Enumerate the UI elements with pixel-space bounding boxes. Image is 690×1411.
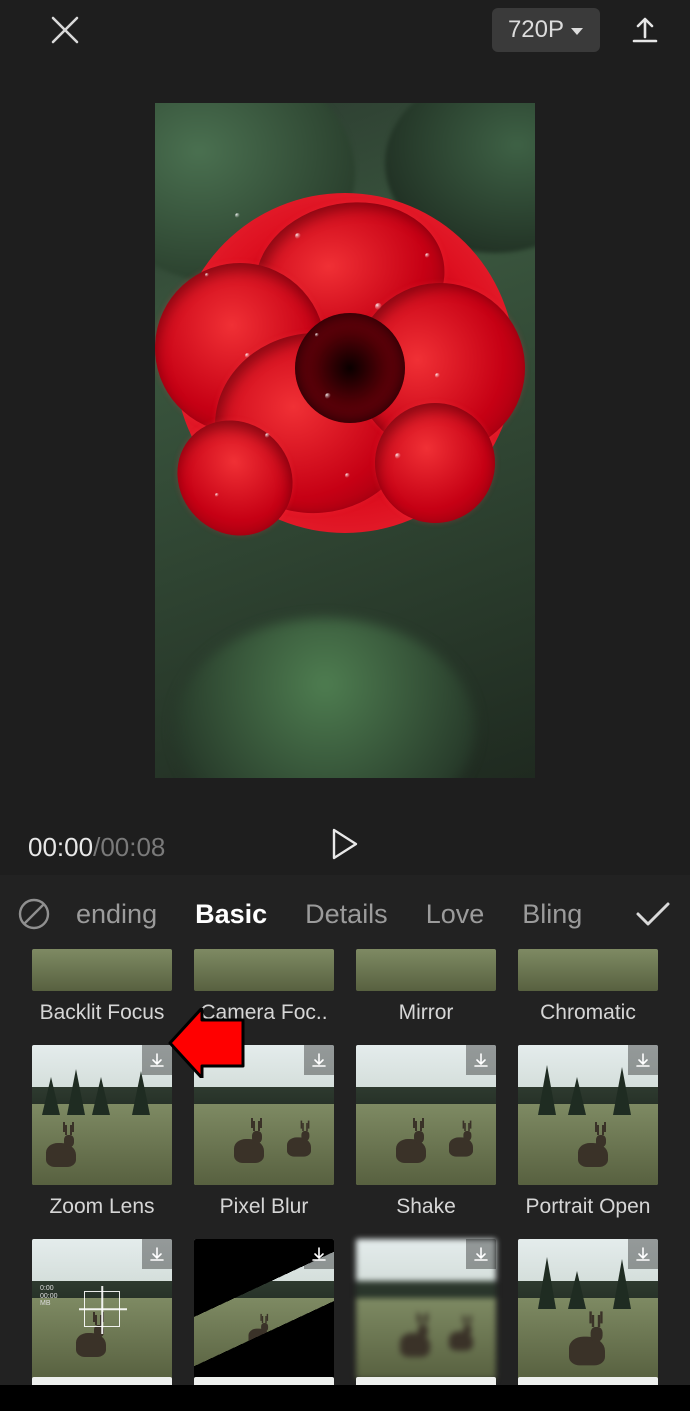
effect-label: Shake (396, 1195, 456, 1219)
tab-bling[interactable]: Bling (504, 895, 600, 934)
effect-pixel-blur[interactable]: Pixel Blur (194, 1045, 334, 1233)
caret-down-icon (570, 16, 584, 44)
effects-grid: Backlit Focus Camera Foc.. Mirror Chroma… (0, 949, 690, 1411)
effects-panel: ending Basic Details Love Bling Backlit … (0, 875, 690, 1411)
download-badge (142, 1239, 172, 1269)
resolution-label: 720P (508, 16, 564, 44)
effect-label: Backlit Focus (40, 1001, 165, 1025)
time-total: 00:08 (100, 832, 165, 863)
download-badge (304, 1045, 334, 1075)
video-preview[interactable] (155, 103, 535, 778)
download-badge (304, 1239, 334, 1269)
effect-label: Camera Foc.. (200, 1001, 327, 1025)
none-effect-button[interactable] (14, 894, 54, 934)
effect-chromatic[interactable]: Chromatic (518, 949, 658, 1039)
download-icon (473, 1052, 489, 1068)
effect-mirror[interactable]: Mirror (356, 949, 496, 1039)
export-icon (630, 15, 660, 45)
download-badge (466, 1045, 496, 1075)
export-button[interactable] (620, 5, 670, 55)
bottom-bar (0, 1385, 690, 1411)
effect-label: Pixel Blur (220, 1195, 309, 1219)
effect-camera-focus[interactable]: Camera Foc.. (194, 949, 334, 1039)
play-button[interactable] (331, 828, 359, 867)
download-icon (635, 1246, 651, 1262)
effect-backlit-focus[interactable]: Backlit Focus (32, 949, 172, 1039)
none-icon (17, 897, 51, 931)
tab-details[interactable]: Details (287, 895, 406, 934)
check-icon (635, 900, 671, 928)
playback-row: 00:00 / 00:08 (0, 820, 690, 875)
effect-label: Portrait Open (526, 1195, 651, 1219)
top-bar: 720P (0, 0, 690, 60)
download-icon (635, 1052, 651, 1068)
download-badge (628, 1045, 658, 1075)
time-separator: / (93, 832, 100, 863)
resolution-button[interactable]: 720P (492, 8, 600, 52)
download-badge (628, 1239, 658, 1269)
effect-label: Mirror (399, 1001, 454, 1025)
preview-content (175, 193, 515, 533)
effect-label: Zoom Lens (49, 1195, 154, 1219)
close-button[interactable] (40, 5, 90, 55)
effects-row-peek (32, 1377, 658, 1385)
download-icon (311, 1052, 327, 1068)
confirm-button[interactable] (630, 891, 676, 937)
effect-portrait-open[interactable]: Portrait Open (518, 1045, 658, 1233)
effects-row: Backlit Focus Camera Foc.. Mirror Chroma… (32, 949, 658, 1039)
download-icon (149, 1052, 165, 1068)
time-current: 00:00 (28, 832, 93, 863)
download-icon (311, 1246, 327, 1262)
play-icon (331, 828, 359, 860)
effects-row: Zoom Lens Pixel Blur Shake (32, 1045, 658, 1233)
tab-love[interactable]: Love (408, 895, 503, 934)
effect-label: Chromatic (540, 1001, 636, 1025)
download-icon (149, 1246, 165, 1262)
effect-zoom-lens[interactable]: Zoom Lens (32, 1045, 172, 1233)
preview-area (0, 60, 690, 820)
close-icon (50, 15, 80, 45)
download-badge (142, 1045, 172, 1075)
tab-basic[interactable]: Basic (177, 895, 285, 934)
tab-row: ending Basic Details Love Bling (0, 875, 690, 949)
effect-shake[interactable]: Shake (356, 1045, 496, 1233)
tab-ending[interactable]: ending (58, 895, 175, 934)
